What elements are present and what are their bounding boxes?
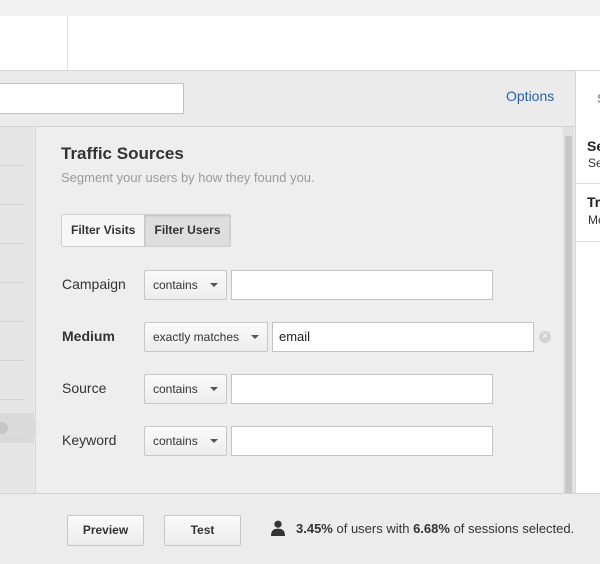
panel-title: Traffic Sources <box>61 144 184 163</box>
top-strip <box>0 0 600 16</box>
test-button[interactable]: Test <box>164 515 241 546</box>
filter-label: Source <box>62 380 107 396</box>
options-link[interactable]: Options <box>506 88 554 104</box>
filter-label: Campaign <box>62 276 126 292</box>
top-divider <box>67 16 68 70</box>
chevron-down-icon <box>210 439 218 443</box>
filter-users-button[interactable]: Filter Users <box>144 215 230 246</box>
nav-separator <box>0 282 24 283</box>
nav-separator <box>0 204 24 205</box>
nav-separator <box>0 165 24 166</box>
keyword-value-input[interactable] <box>231 426 493 456</box>
operator-select[interactable]: exactly matches <box>144 322 268 352</box>
summary-panel: S Se Se Tr Me <box>575 71 600 493</box>
top-bar <box>0 0 600 71</box>
operator-select[interactable]: contains <box>144 270 227 300</box>
operator-select[interactable]: contains <box>144 374 227 404</box>
chevron-down-icon <box>210 387 218 391</box>
sessions-percentage: 6.68% <box>413 521 450 536</box>
summary-item-title: Tr <box>587 194 600 210</box>
campaign-value-input[interactable] <box>231 270 493 300</box>
clear-value-icon[interactable]: × <box>539 331 551 343</box>
sessions-text: of sessions selected. <box>449 521 575 536</box>
segment-name-input[interactable] <box>0 83 184 114</box>
summary-item-subtitle: Me <box>588 213 600 227</box>
summary-divider <box>576 241 600 242</box>
operator-select-value: contains <box>153 434 198 448</box>
medium-value-input[interactable]: email <box>272 322 534 352</box>
filter-label: Keyword <box>62 432 117 448</box>
filter-visits-button[interactable]: Filter Visits <box>62 215 144 246</box>
nav-separator <box>0 243 24 244</box>
panel-scrollbar-thumb[interactable] <box>565 136 572 493</box>
panel-subtitle: Segment your users by how they found you… <box>61 170 315 185</box>
segment-header: Options <box>0 71 574 127</box>
summary-item-title: Se <box>587 138 600 154</box>
operator-select-value: contains <box>153 382 198 396</box>
source-value-input[interactable] <box>231 374 493 404</box>
left-category-nav <box>0 127 34 493</box>
summary-divider <box>576 183 600 184</box>
nav-separator <box>0 399 24 400</box>
footer-bar: Preview Test 3.45% of users with 6.68% o… <box>0 493 600 564</box>
person-icon <box>271 520 285 536</box>
users-percentage: 3.45% <box>296 521 333 536</box>
chevron-down-icon <box>251 335 259 339</box>
nav-separator <box>0 438 24 439</box>
selection-summary: 3.45% of users with 6.68% of sessions se… <box>296 521 574 536</box>
operator-select[interactable]: contains <box>144 426 227 456</box>
filter-label: Medium <box>62 328 115 344</box>
operator-select-value: contains <box>153 278 198 292</box>
nav-separator <box>0 321 24 322</box>
nav-separator <box>0 360 24 361</box>
filter-type-toggle: Filter Visits Filter Users <box>61 214 231 247</box>
chevron-down-icon <box>210 283 218 287</box>
preview-button[interactable]: Preview <box>67 515 144 546</box>
summary-item-subtitle: Se <box>588 156 600 170</box>
users-text: of users with <box>332 521 414 536</box>
operator-select-value: exactly matches <box>153 330 240 344</box>
